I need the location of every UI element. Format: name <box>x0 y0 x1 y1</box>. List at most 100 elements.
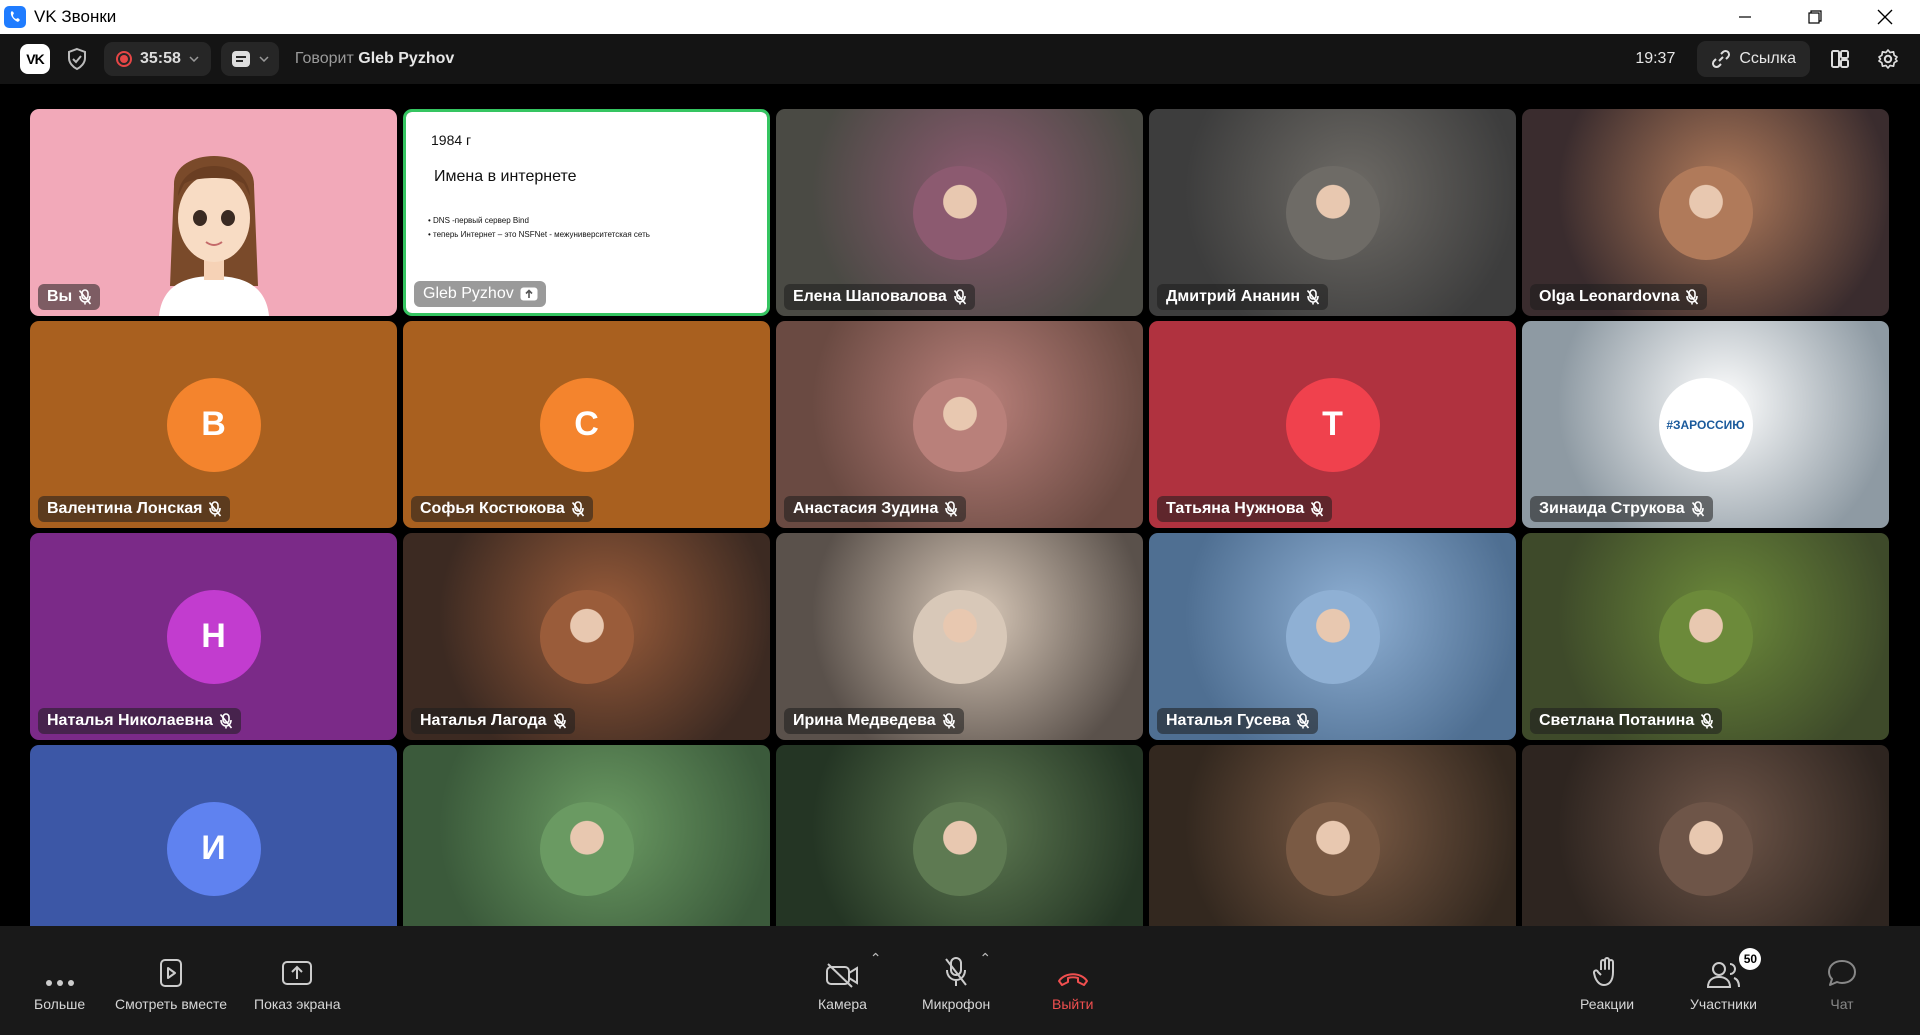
layout-button[interactable] <box>1822 41 1858 77</box>
recording-time: 35:58 <box>140 50 181 67</box>
mic-off-icon <box>1311 501 1324 517</box>
participant-avatar: С <box>539 377 634 472</box>
close-window-button[interactable] <box>1850 0 1920 34</box>
participant-avatar <box>1285 165 1380 260</box>
participant-avatar <box>912 377 1007 472</box>
participant-tile[interactable]: Olga Leonardovna <box>1522 109 1889 316</box>
participant-tile[interactable]: Анастасия Зудина <box>776 321 1143 528</box>
slide-bullet: • теперь Интернет – это NSFNet - межунив… <box>428 230 650 239</box>
participant-name: Анастасия Зудина <box>793 500 939 517</box>
participant-tile[interactable] <box>1149 745 1516 926</box>
participant-tile[interactable]: Елена Шаповалова <box>776 109 1143 316</box>
reactions-label: Реакции <box>1580 996 1635 1012</box>
mic-off-icon <box>553 713 566 729</box>
participant-avatar <box>1285 801 1380 896</box>
reactions-button[interactable]: Реакции <box>1580 954 1634 1012</box>
slide-bullet: • DNS -первый сервер Bind <box>428 216 529 225</box>
hang-up-icon <box>1057 973 1088 986</box>
participant-tile[interactable] <box>403 745 770 926</box>
window-title: VK Звонки <box>34 7 117 26</box>
chevron-down-icon <box>189 56 199 62</box>
participant-avatar <box>912 589 1007 684</box>
participant-name: Наталья Николаевна <box>47 712 213 729</box>
slide-title: Имена в интернете <box>434 168 577 185</box>
participant-name: Вы <box>47 288 73 305</box>
microphone-options-caret[interactable]: ⌃ <box>979 950 991 967</box>
microphone-button[interactable]: ⌃ Микрофон <box>922 950 991 1012</box>
participants-grid: Вы 1984 г Имена в интернете • DNS -первый с… <box>30 109 1890 926</box>
participant-tile[interactable]: С Софья Костюкова <box>403 321 770 528</box>
speaker-name: Gleb Pyzhov <box>358 50 455 67</box>
participant-name-tag: Софья Костюкова <box>411 496 593 522</box>
mic-off-icon <box>1701 713 1714 729</box>
participant-avatar: И <box>166 801 261 896</box>
camera-label: Камера <box>818 996 867 1012</box>
participants-button[interactable]: 50 Участники <box>1690 948 1762 1012</box>
participant-tile[interactable] <box>776 745 1143 926</box>
participant-avatar <box>1658 801 1753 896</box>
watch-together-button[interactable]: Смотреть вместе <box>115 954 227 1012</box>
copy-link-button[interactable]: Ссылка <box>1697 41 1810 77</box>
mic-off-icon <box>571 501 584 517</box>
self-video-tile[interactable]: Вы <box>30 109 397 316</box>
security-shield-button[interactable] <box>64 46 90 72</box>
participant-name-tag: Olga Leonardovna <box>1530 284 1708 310</box>
participant-tile[interactable]: Н Наталья Николаевна <box>30 533 397 740</box>
participants-label: Участники <box>1690 996 1757 1012</box>
vk-logo: VK <box>20 44 50 74</box>
participant-tile[interactable]: В Валентина Лонская <box>30 321 397 528</box>
participant-name-tag: Дмитрий Ананин <box>1157 284 1329 310</box>
participant-tile[interactable]: Т Татьяна Нужнова <box>1149 321 1516 528</box>
link-label: Ссылка <box>1739 50 1796 67</box>
close-icon <box>1877 9 1893 25</box>
participant-name: Наталья Гусева <box>1166 712 1291 729</box>
minimize-button[interactable] <box>1710 0 1780 34</box>
screen-share-icon <box>520 287 538 301</box>
participant-name: Зинаида Струкова <box>1539 500 1685 517</box>
participant-name-tag: Елена Шаповалова <box>784 284 975 310</box>
layout-grid-icon <box>1831 50 1849 68</box>
camera-button[interactable]: ⌃ Камера <box>818 950 881 1012</box>
mic-off-icon <box>942 713 955 729</box>
participant-tile[interactable]: Наталья Лагода <box>403 533 770 740</box>
participant-name: Татьяна Нужнова <box>1166 500 1305 517</box>
watch-together-label: Смотреть вместе <box>115 996 228 1012</box>
mic-off-icon <box>219 713 233 729</box>
recording-indicator[interactable]: 35:58 <box>104 42 211 76</box>
participant-tile[interactable]: Светлана Потанина <box>1522 533 1889 740</box>
leave-call-button[interactable]: Выйти <box>1052 954 1093 1012</box>
screen-share-button[interactable]: Показ экрана <box>254 954 341 1012</box>
participant-name: Софья Костюкова <box>420 500 565 517</box>
participant-name-tag: Валентина Лонская <box>38 496 231 522</box>
participant-tile[interactable] <box>1522 745 1889 926</box>
captions-menu-button[interactable] <box>220 42 279 76</box>
participant-tile[interactable]: #ЗАРОССИЮ Зинаида Струкова <box>1522 321 1889 528</box>
leave-label: Выйти <box>1052 996 1094 1012</box>
chat-bubble-icon <box>1828 960 1856 986</box>
participant-tile[interactable]: Ирина Медведева <box>776 533 1143 740</box>
participant-tile[interactable]: Дмитрий Ананин <box>1149 109 1516 316</box>
participant-avatar <box>912 165 1007 260</box>
mic-off-icon <box>945 957 967 986</box>
watch-together-icon <box>160 959 183 987</box>
participant-name-tag: Ирина Медведева <box>784 708 964 734</box>
mic-off-icon <box>1686 289 1699 305</box>
slide-year: 1984 г <box>431 132 472 148</box>
participant-name-tag: Gleb Pyzhov <box>414 281 546 307</box>
restore-button[interactable] <box>1780 0 1850 34</box>
more-button[interactable]: Больше <box>34 954 85 1012</box>
screen-share-tile[interactable]: 1984 г Имена в интернете • DNS -первый сер… <box>403 109 770 316</box>
more-dots-icon <box>45 980 74 986</box>
chat-button[interactable]: Чат <box>1826 954 1858 1012</box>
participant-tile[interactable]: Наталья Гусева <box>1149 533 1516 740</box>
participant-name-tag: Татьяна Нужнова <box>1157 496 1333 522</box>
settings-button[interactable] <box>1870 41 1906 77</box>
participant-avatar <box>1285 589 1380 684</box>
camera-options-caret[interactable]: ⌃ <box>870 950 882 967</box>
participant-tile[interactable]: И <box>30 745 397 926</box>
window-titlebar: VK Звонки <box>0 0 1920 34</box>
participants-count-badge: 50 <box>1739 948 1762 970</box>
current-speaker: Говорит Gleb Pyzhov <box>295 50 454 68</box>
participant-name: Ирина Медведева <box>793 712 936 729</box>
call-topbar: VK 35:58 Говорит Gleb Pyzhov 19:37 Ссылк… <box>0 34 1920 84</box>
